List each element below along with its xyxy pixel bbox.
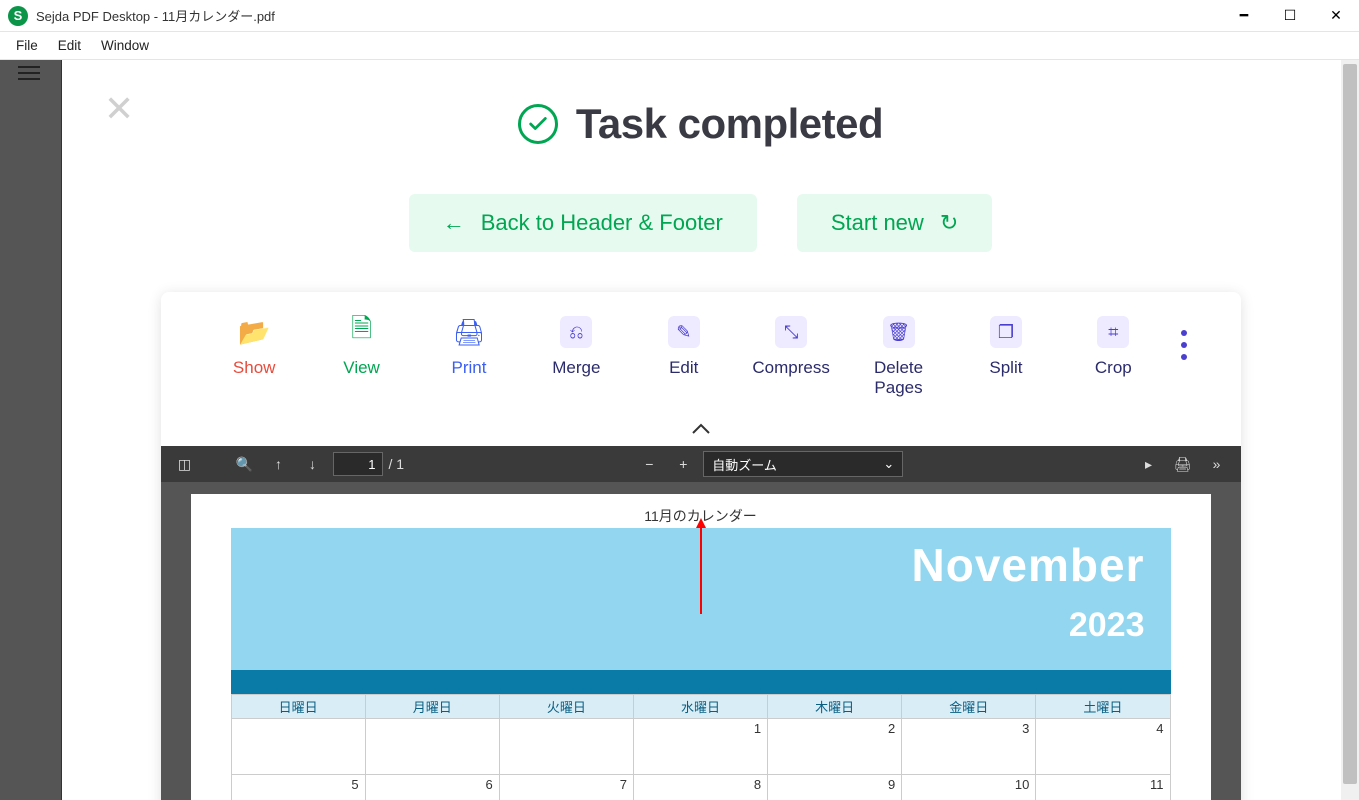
success-check-icon (518, 104, 558, 144)
trash-icon: 🗑 (883, 316, 915, 348)
presentation-button[interactable]: ▸ (1135, 450, 1163, 478)
window-titlebar: S Sejda PDF Desktop - 11月カレンダー.pdf ━ ☐ ✕ (0, 0, 1359, 32)
close-overlay-button[interactable]: ✕ (104, 88, 134, 130)
compress-icon: ⤡ (775, 316, 807, 348)
search-button[interactable]: 🔍 (231, 450, 259, 478)
left-gutter (0, 60, 62, 800)
zoom-in-button[interactable]: + (669, 450, 697, 478)
folder-open-icon: 📂 (238, 316, 270, 348)
hero-title: Task completed (576, 100, 883, 148)
calendar-row: 1234 (231, 719, 1170, 775)
print-button[interactable]: 🖨Print (429, 316, 509, 378)
more-actions-button[interactable] (1181, 316, 1187, 360)
menu-window[interactable]: Window (91, 34, 159, 57)
page-total-label: / 1 (389, 456, 405, 472)
action-toolbar: 📂Show 🗎View 🖨Print ⎌Merge ✎Edit ⤡Compres… (161, 292, 1241, 412)
compress-button[interactable]: ⤡Compress (751, 316, 831, 378)
zoom-select-label: 自動ズーム (712, 455, 777, 474)
annotation-arrow (700, 520, 702, 614)
calendar-strip (231, 670, 1171, 694)
pdf-toolbar: ◫ 🔍 ↑ ↓ / 1 − + 自動ズーム ⌄ ▸ 🖨 (161, 446, 1241, 482)
split-icon: ❐ (990, 316, 1022, 348)
calendar-month: November (231, 538, 1145, 592)
pdf-more-button[interactable]: » (1203, 450, 1231, 478)
calendar-row: 567891011 (231, 775, 1170, 800)
arrow-left-icon: ← (443, 210, 465, 236)
sidebar-toggle-button[interactable]: ◫ (171, 450, 199, 478)
crop-button[interactable]: ⌗Crop (1073, 316, 1153, 378)
calendar-header-row: 日曜日 月曜日 火曜日 水曜日 木曜日 金曜日 土曜日 (231, 695, 1170, 719)
hero: Task completed (62, 100, 1339, 148)
back-button[interactable]: ← Back to Header & Footer (409, 194, 757, 252)
chevron-down-icon: ⌄ (883, 456, 894, 472)
chevron-up-icon (691, 423, 711, 435)
vertical-scrollbar[interactable] (1341, 60, 1359, 800)
back-button-label: Back to Header & Footer (481, 210, 723, 236)
merge-icon: ⎌ (560, 316, 592, 348)
menu-file[interactable]: File (6, 34, 48, 57)
edit-button[interactable]: ✎Edit (644, 316, 724, 378)
result-overlay: ✕ Task completed ← Back to Header & Foot… (62, 60, 1339, 800)
maximize-button[interactable]: ☐ (1267, 0, 1313, 32)
pdf-print-button[interactable]: 🖨 (1169, 450, 1197, 478)
minimize-button[interactable]: ━ (1221, 0, 1267, 32)
printer-icon: 🖨 (453, 316, 485, 348)
zoom-out-button[interactable]: − (635, 450, 663, 478)
split-button[interactable]: ❐Split (966, 316, 1046, 378)
show-button[interactable]: 📂Show (214, 316, 294, 378)
zoom-select[interactable]: 自動ズーム ⌄ (703, 451, 903, 477)
result-card: 📂Show 🗎View 🖨Print ⎌Merge ✎Edit ⤡Compres… (161, 292, 1241, 800)
hamburger-icon[interactable] (18, 72, 40, 74)
refresh-icon: ↻ (940, 210, 958, 236)
app-icon: S (8, 6, 28, 26)
collapse-toolbar-button[interactable] (161, 412, 1241, 446)
page-number-input[interactable] (333, 452, 383, 476)
delete-pages-button[interactable]: 🗑DeletePages (859, 316, 939, 398)
close-window-button[interactable]: ✕ (1313, 0, 1359, 32)
pdf-viewer: ◫ 🔍 ↑ ↓ / 1 − + 自動ズーム ⌄ ▸ 🖨 (161, 446, 1241, 800)
menu-edit[interactable]: Edit (48, 34, 91, 57)
window-title: Sejda PDF Desktop - 11月カレンダー.pdf (36, 6, 275, 25)
pencil-icon: ✎ (668, 316, 700, 348)
start-new-label: Start new (831, 210, 924, 236)
menubar: File Edit Window (0, 32, 1359, 60)
crop-icon: ⌗ (1097, 316, 1129, 348)
prev-page-button[interactable]: ↑ (265, 450, 293, 478)
merge-button[interactable]: ⎌Merge (536, 316, 616, 378)
start-new-button[interactable]: Start new ↻ (797, 194, 992, 252)
next-page-button[interactable]: ↓ (299, 450, 327, 478)
calendar-year: 2023 (231, 606, 1145, 645)
calendar-table: 日曜日 月曜日 火曜日 水曜日 木曜日 金曜日 土曜日 1234 567 (231, 694, 1171, 800)
scrollbar-thumb[interactable] (1343, 64, 1357, 784)
pdf-page: 11月のカレンダー November 2023 日曜日 月曜日 火曜日 水曜日 … (191, 494, 1211, 800)
file-icon: 🗎 (346, 316, 378, 348)
view-button[interactable]: 🗎View (322, 316, 402, 378)
